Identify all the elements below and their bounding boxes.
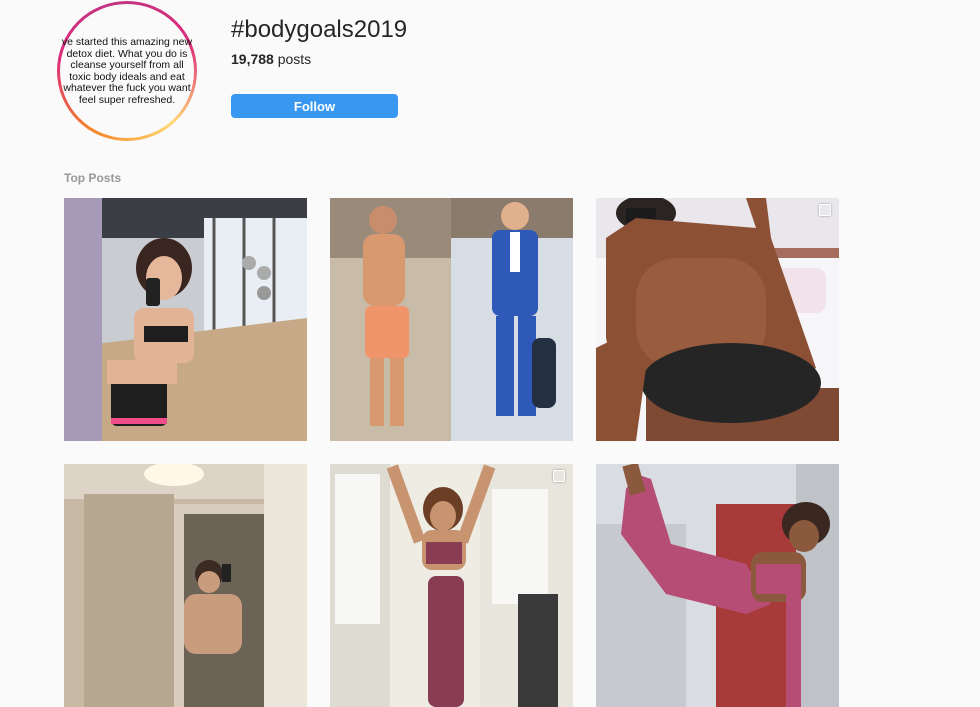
post-thumbnail-men-split-photo[interactable]: [330, 198, 573, 441]
post-image: [330, 464, 573, 707]
post-count-number: 19,788: [231, 51, 274, 67]
top-posts-heading: Top Posts: [64, 171, 122, 185]
post-count-suffix: posts: [277, 51, 312, 67]
multiple-images-icon: [819, 204, 831, 216]
post-image: [330, 198, 573, 441]
follow-button[interactable]: Follow: [231, 94, 398, 118]
post-thumbnail-gym-mirror-selfie[interactable]: [64, 198, 307, 441]
post-count: 19,788 posts: [231, 51, 311, 67]
post-thumbnail-kick-pose-photo[interactable]: [596, 464, 839, 707]
avatar-quote-text: ve started this amazing new detox diet. …: [61, 36, 193, 106]
post-thumbnail-stretch-pose-photo[interactable]: [330, 464, 573, 707]
post-image: [596, 198, 839, 441]
post-thumbnail-back-flex-photo[interactable]: [596, 198, 839, 441]
post-image: [596, 464, 839, 707]
post-thumbnail-bathroom-mirror-selfie[interactable]: [64, 464, 307, 707]
page-title: #bodygoals2019: [231, 16, 408, 43]
post-image: [64, 198, 307, 441]
hashtag-header: ve started this amazing new detox diet. …: [0, 0, 980, 160]
post-image: [64, 464, 307, 707]
multiple-images-icon: [553, 470, 565, 482]
